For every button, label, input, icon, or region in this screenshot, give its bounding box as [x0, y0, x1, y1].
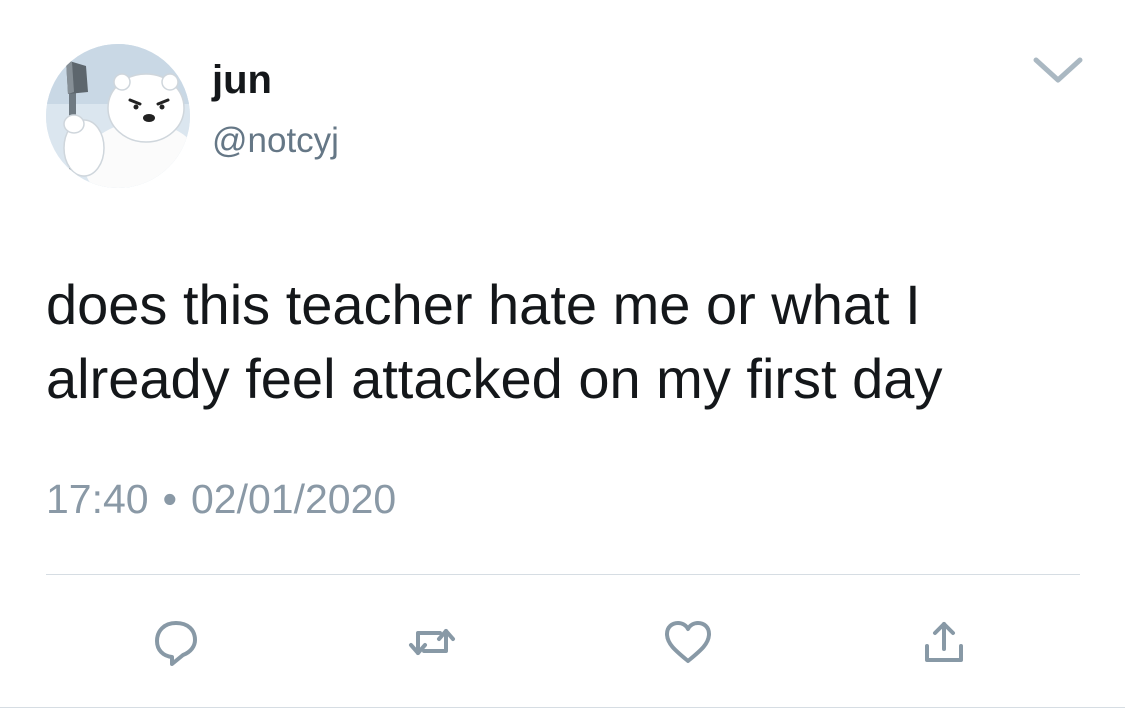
- retweet-button[interactable]: [402, 612, 462, 672]
- tweet-timestamp: 17:40 • 02/01/2020: [46, 474, 396, 524]
- avatar[interactable]: [46, 44, 190, 188]
- tweet-line: already feel attacked on my first day: [46, 347, 943, 410]
- tweet-line: does this teacher hate me or what I: [46, 273, 921, 336]
- share-button[interactable]: [914, 612, 974, 672]
- tweet-date: 02/01/2020: [190, 476, 397, 522]
- display-name[interactable]: jun: [212, 56, 272, 104]
- reply-bubble-icon: [155, 621, 197, 666]
- tweet-time: 17:40: [46, 476, 149, 522]
- bottom-divider: [0, 707, 1125, 708]
- share-icon: [925, 622, 963, 662]
- chevron-down-icon[interactable]: [1030, 52, 1086, 88]
- like-button[interactable]: [658, 612, 718, 672]
- polar-bear-with-axe-icon: [46, 44, 190, 188]
- heart-icon: [665, 621, 711, 663]
- meta-separator: •: [162, 476, 177, 522]
- reply-button[interactable]: [146, 612, 206, 672]
- divider: [46, 574, 1080, 575]
- retweet-icon: [409, 629, 455, 655]
- user-handle[interactable]: @notcyj: [212, 120, 339, 162]
- tweet-text: does this teacher hate me or what I alre…: [46, 268, 1086, 416]
